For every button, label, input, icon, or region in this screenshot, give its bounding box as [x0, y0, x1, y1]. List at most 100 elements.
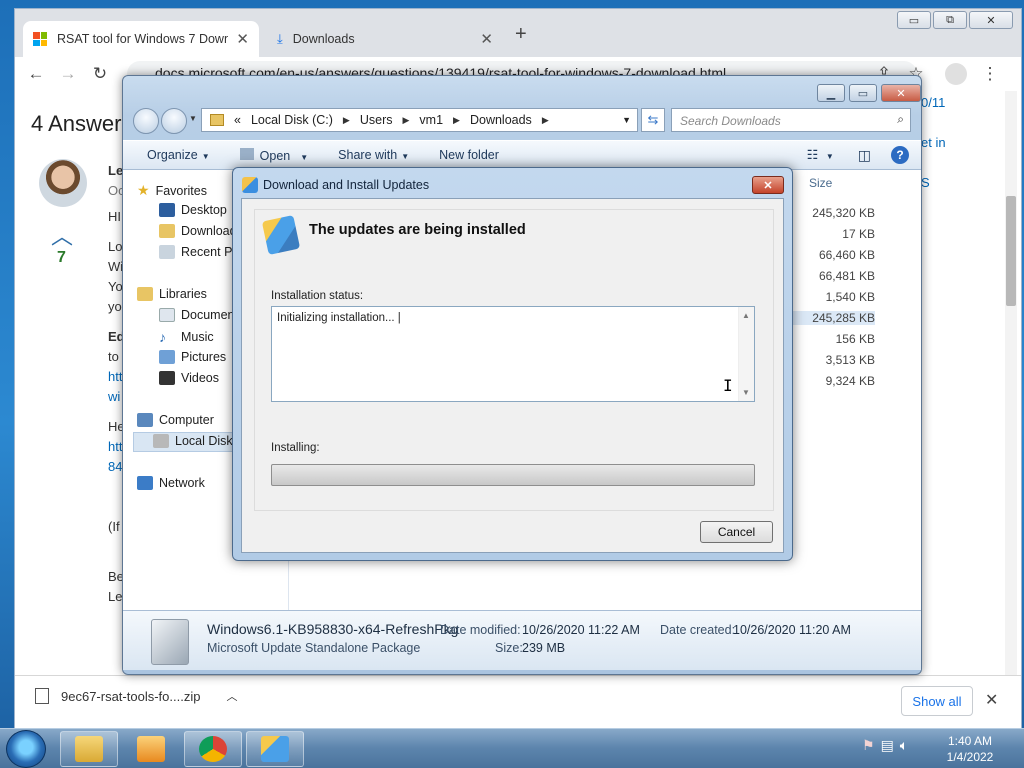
sidebar-link-fragment[interactable]: 0/11 — [921, 95, 945, 110]
explorer-address-bar[interactable]: « Local Disk (C:) ▶ Users ▶ vm1 ▶ Downlo… — [201, 108, 638, 132]
tab-close-icon[interactable]: ✕ — [480, 30, 493, 48]
download-bar-close-icon[interactable]: ✕ — [985, 690, 998, 710]
nav-downloads[interactable]: Downloads — [159, 224, 243, 238]
tab-downloads[interactable]: ⤓ Downloads ✕ — [267, 21, 503, 57]
organize-menu[interactable]: Organize ▼ — [147, 148, 210, 162]
nav-music[interactable]: ♪ Music — [159, 329, 214, 345]
search-icon[interactable]: ⌕ — [897, 112, 904, 127]
dialog-close-button[interactable]: ✕ — [752, 176, 784, 194]
vote-count: 7 — [57, 249, 66, 266]
scroll-down-icon[interactable]: ▼ — [742, 388, 750, 397]
nav-favorites[interactable]: ★ Favorites — [137, 182, 207, 199]
back-icon[interactable] — [133, 108, 159, 134]
file-size[interactable]: 1,540 KB — [783, 290, 875, 304]
nav-videos[interactable]: Videos — [159, 371, 219, 385]
taskbar-explorer[interactable] — [60, 731, 118, 767]
nav-pictures[interactable]: Pictures — [159, 350, 226, 364]
answer-link-fragment[interactable]: htt — [108, 439, 122, 454]
address-dropdown-icon[interactable]: ▼ — [622, 115, 631, 125]
explorer-close-button[interactable]: ✕ — [881, 84, 921, 102]
page-scrollbar[interactable] — [1005, 91, 1017, 675]
size-column-header[interactable]: Size — [809, 176, 832, 190]
file-size[interactable]: 66,481 KB — [783, 269, 875, 283]
tab-close-icon[interactable]: ✕ — [236, 30, 249, 48]
file-size-selected[interactable]: 245,285 KB — [783, 311, 875, 325]
status-scrollbar[interactable]: ▲ ▼ — [738, 307, 754, 401]
minimize-button[interactable]: ▭ — [897, 11, 931, 29]
chrome-icon — [199, 736, 227, 762]
page-scroll-thumb[interactable] — [1006, 196, 1016, 306]
nav-computer[interactable]: Computer — [137, 413, 214, 427]
breadcrumb-separator-icon[interactable]: ▶ — [343, 115, 350, 126]
restore-button[interactable]: ⧉ — [933, 11, 967, 29]
answer-text-fragment: yo — [108, 299, 122, 314]
explorer-maximize-button[interactable]: ▭ — [849, 84, 877, 102]
file-size[interactable]: 156 KB — [783, 332, 875, 346]
answer-link-fragment[interactable]: wi — [108, 389, 120, 404]
close-button[interactable]: ✕ — [969, 11, 1013, 29]
breadcrumb-separator-icon[interactable]: ▶ — [542, 115, 549, 126]
taskbar-windows-update[interactable] — [246, 731, 304, 767]
answer-link-fragment[interactable]: htt — [108, 369, 122, 384]
network-status-icon[interactable]: ▤ — [881, 737, 894, 754]
answer-link-fragment[interactable]: 84 — [108, 459, 122, 474]
explorer-minimize-button[interactable]: ▁ — [817, 84, 845, 102]
back-icon[interactable]: ← — [25, 63, 47, 85]
file-size[interactable]: 66,460 KB — [783, 248, 875, 262]
nav-libraries[interactable]: Libraries — [137, 287, 207, 301]
breadcrumb-item[interactable]: Users — [360, 113, 393, 127]
file-size[interactable]: 3,513 KB — [783, 353, 875, 367]
computer-icon — [137, 413, 153, 427]
breadcrumb-separator-icon[interactable]: ▶ — [453, 115, 460, 126]
breadcrumb-item[interactable]: Downloads — [470, 113, 532, 127]
taskbar-media-player[interactable] — [122, 731, 180, 767]
chevron-up-icon[interactable]: ︿ — [226, 688, 237, 704]
show-all-button[interactable]: Show all — [901, 686, 973, 716]
dialog-content: The updates are being installed Installa… — [241, 198, 784, 553]
tab-rsat[interactable]: RSAT tool for Windows 7 Download ✕ — [23, 21, 259, 57]
profile-avatar-icon[interactable] — [945, 63, 967, 85]
breadcrumb-overflow[interactable]: « — [234, 113, 241, 127]
share-with-menu[interactable]: Share with ▼ — [338, 148, 409, 162]
new-tab-button[interactable]: + — [515, 23, 527, 46]
installation-status-box[interactable]: Initializing installation... | ▲ ▼ — [271, 306, 755, 402]
start-button[interactable] — [6, 730, 46, 768]
breadcrumb-item[interactable]: Local Disk (C:) — [251, 113, 333, 127]
nav-network[interactable]: Network — [137, 476, 205, 490]
breadcrumb-separator-icon[interactable]: ▶ — [403, 115, 410, 126]
refresh-icon[interactable]: ⇆ — [641, 108, 665, 132]
user-avatar — [39, 159, 87, 207]
answer-text-fragment: Lo — [108, 239, 123, 254]
tab-title: Downloads — [292, 32, 355, 46]
menu-icon[interactable]: ⋮ — [979, 63, 1001, 85]
answer-text-fragment: Yo — [108, 279, 123, 294]
cancel-button[interactable]: Cancel — [700, 521, 773, 543]
explorer-search-input[interactable]: Search Downloads ⌕ — [671, 108, 911, 132]
file-size[interactable]: 9,324 KB — [783, 374, 875, 388]
breadcrumb-item[interactable]: vm1 — [419, 113, 443, 127]
forward-icon[interactable] — [161, 108, 187, 134]
scroll-up-icon[interactable]: ▲ — [742, 311, 750, 320]
clock[interactable]: 1:40 AM 1/4/2022 — [930, 733, 1010, 765]
file-size[interactable]: 245,320 KB — [783, 206, 875, 220]
forward-icon[interactable]: → — [57, 63, 79, 85]
action-center-icon[interactable]: ⚑ — [862, 737, 875, 754]
new-folder-button[interactable]: New folder — [439, 148, 499, 162]
view-options-icon[interactable]: ☷ ▼ — [807, 147, 834, 163]
tab-strip: RSAT tool for Windows 7 Download ✕ ⤓ Dow… — [15, 9, 1021, 57]
open-menu[interactable]: Open ▼ — [239, 147, 308, 163]
recent-pages-icon[interactable]: ▼ — [189, 114, 197, 123]
taskbar-chrome[interactable] — [184, 731, 242, 767]
nav-desktop[interactable]: Desktop — [159, 203, 227, 217]
sidebar-link-fragment[interactable]: S — [921, 175, 930, 190]
volume-icon[interactable]: 🔈︎ — [900, 737, 908, 754]
upvote-icon[interactable]: ︿ — [51, 219, 73, 251]
file-size[interactable]: 17 KB — [783, 227, 875, 241]
reload-icon[interactable]: ↻ — [89, 63, 111, 85]
answer-text-fragment: (If — [108, 519, 120, 534]
help-icon[interactable]: ? — [891, 146, 909, 164]
preview-pane-icon[interactable]: ◫ — [858, 147, 871, 164]
download-item[interactable]: 9ec67-rsat-tools-fo....zip ︿ — [35, 688, 237, 704]
install-updates-dialog: Download and Install Updates ✕ The updat… — [232, 167, 793, 561]
sidebar-link-fragment[interactable]: et in — [921, 135, 946, 150]
